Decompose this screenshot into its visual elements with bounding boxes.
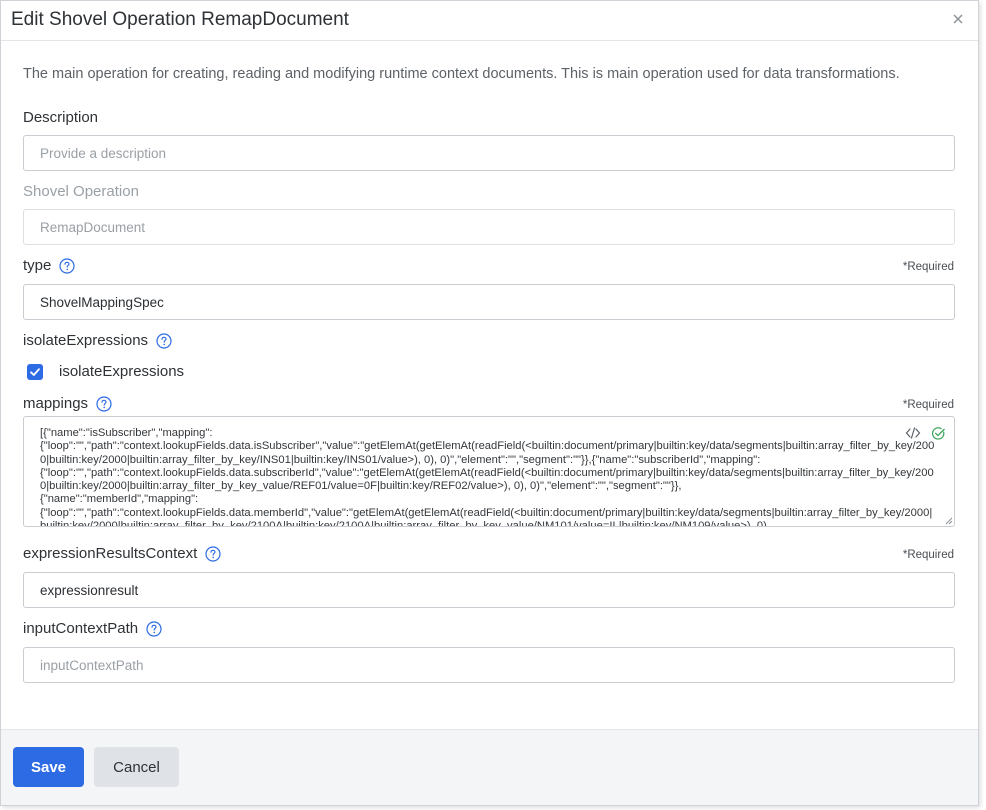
mappings-value[interactable]: [{"name":"isSubscriber","mapping": {"loo… [40,427,936,526]
isolate-expressions-checkbox-row: isolateExpressions [27,363,184,380]
expression-results-context-required-note: *Required [902,549,954,561]
shovel-operation-label: Shovel Operation [23,183,139,200]
mappings-label: mappings [23,395,112,412]
cancel-button[interactable]: Cancel [94,747,179,787]
dialog-footer: Save Cancel [1,729,978,805]
isolate-expressions-label: isolateExpressions [23,332,172,349]
description-label: Description [23,109,98,126]
close-icon[interactable] [950,11,966,27]
input-context-path-input[interactable] [23,647,955,683]
type-required-note: *Required [902,261,954,273]
help-circle-icon[interactable] [146,620,162,637]
type-label-text: type [23,257,52,274]
code-icon[interactable] [905,426,921,440]
input-context-path-label-text: inputContextPath [23,620,139,637]
type-input[interactable] [23,284,955,320]
mappings-textarea[interactable]: [{"name":"isSubscriber","mapping": {"loo… [23,416,955,527]
isolate-expressions-checkbox[interactable] [27,363,43,380]
dialog-intro-text: The main operation for creating, reading… [23,66,900,82]
help-circle-icon[interactable] [96,395,112,412]
dialog-header: Edit Shovel Operation RemapDocument [1,1,978,41]
checkmark-icon [30,367,40,376]
resize-handle-icon[interactable] [943,515,953,525]
help-circle-icon[interactable] [205,545,221,562]
expression-results-context-label-text: expressionResultsContext [23,545,198,562]
save-button[interactable]: Save [13,747,84,787]
input-context-path-label: inputContextPath [23,620,162,637]
description-input[interactable] [23,135,955,171]
type-label: type [23,257,75,274]
expression-results-context-label: expressionResultsContext [23,545,221,562]
edit-shovel-operation-dialog: Edit Shovel Operation RemapDocument The … [0,0,979,806]
mappings-toolbar [905,426,946,441]
description-label-text: Description [23,109,99,126]
expression-results-context-input[interactable] [23,572,955,608]
help-circle-icon[interactable] [59,257,75,274]
mappings-label-text: mappings [23,395,89,412]
dialog-title: Edit Shovel Operation RemapDocument [11,9,349,30]
isolate-expressions-checkbox-label[interactable]: isolateExpressions [59,363,184,380]
help-circle-icon[interactable] [156,332,172,349]
shovel-operation-label-text: Shovel Operation [23,183,139,200]
shovel-operation-input [23,209,955,245]
isolate-expressions-label-text: isolateExpressions [23,332,149,349]
check-circle-icon [931,427,945,440]
mappings-required-note: *Required [902,399,954,411]
